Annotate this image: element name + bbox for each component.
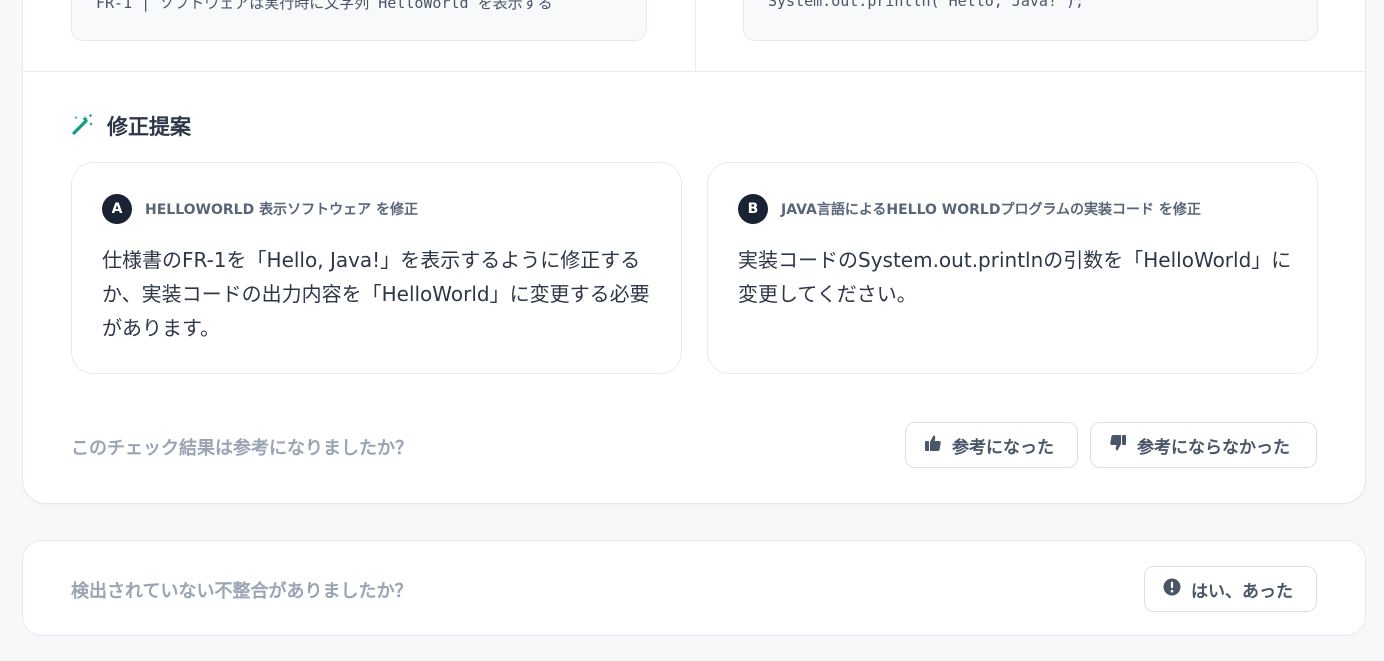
feedback-question: このチェック結果は参考になりましたか？ (71, 438, 413, 459)
proposal-body-b: 実装コードのSystem.out.printlnの引数を「HelloWorld」… (738, 248, 1292, 306)
proposal-card-b: B JAVA言語によるHELLO WORLDプログラムの実装コード を修正 実装… (707, 162, 1318, 374)
thumbs-up-icon (924, 434, 942, 457)
proposals-heading: 修正提案 (71, 111, 191, 141)
exclamation-circle-icon (1163, 578, 1181, 601)
report-missed-issue-button[interactable]: はい、あった (1144, 566, 1317, 612)
proposal-body-a: 仕様書のFR-1を「Hello, Java!」を表示するように修正するか、実装コ… (102, 248, 650, 340)
missed-issue-card: 検出されていない不整合がありましたか？ はい、あった (22, 540, 1366, 636)
proposal-target-b: JAVA言語によるHELLO WORLDプログラムの実装コード を修正 (781, 202, 1201, 218)
helpful-button[interactable]: 参考になった (905, 422, 1078, 468)
code-snippet-text: System.out.println("Hello, Java!"); (768, 0, 1085, 10)
comparison-panel: FR-1 | ソフトウェアは実行時に文字列 HelloWorld を表示する S… (23, 0, 1365, 72)
report-missed-issue-label: はい、あった (1191, 581, 1293, 602)
column-divider (695, 0, 696, 72)
helpful-label: 参考になった (952, 437, 1054, 458)
not-helpful-label: 参考にならなかった (1137, 437, 1290, 458)
thumbs-down-icon (1109, 434, 1127, 457)
proposal-badge-b: B (738, 194, 768, 224)
proposal-target-a: HELLOWORLD 表示ソフトウェア を修正 (145, 202, 418, 218)
spec-snippet-text: FR-1 | ソフトウェアは実行時に文字列 HelloWorld を表示する (96, 0, 553, 12)
not-helpful-button[interactable]: 参考にならなかった (1090, 422, 1317, 468)
spec-snippet: FR-1 | ソフトウェアは実行時に文字列 HelloWorld を表示する (71, 0, 647, 41)
proposal-card-a: A HELLOWORLD 表示ソフトウェア を修正 仕様書のFR-1を「Hell… (71, 162, 682, 374)
code-snippet: System.out.println("Hello, Java!"); (743, 0, 1318, 41)
magic-wand-icon (71, 112, 95, 140)
proposal-badge-a: A (102, 194, 132, 224)
check-result-card: FR-1 | ソフトウェアは実行時に文字列 HelloWorld を表示する S… (22, 0, 1366, 504)
proposals-title: 修正提案 (107, 115, 191, 139)
missed-issue-question: 検出されていない不整合がありましたか？ (71, 581, 413, 602)
